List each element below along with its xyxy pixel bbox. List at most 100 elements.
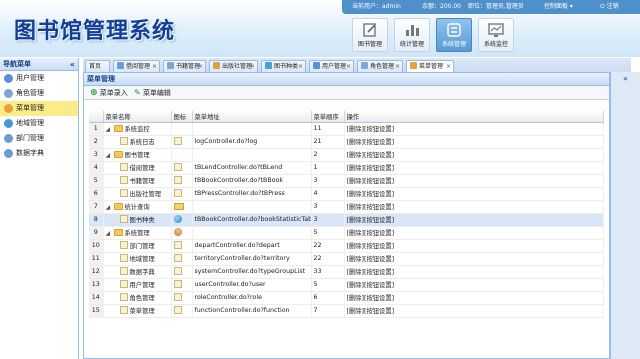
table-row[interactable]: 14 角色管理 roleController.do?role 6 [删除][按钮设置] [89,291,604,305]
table-row[interactable]: 9 ◢ 系统管理 5 [删除][按钮设置] [89,226,604,240]
sidebar-item-1[interactable]: 角色管理 [0,86,78,101]
collapse-sidebar-icon[interactable]: « [70,58,75,71]
expand-arrow-icon[interactable]: ◢ [106,152,114,159]
table-row[interactable]: 7 ◢ 统计查询 3 [删除][按钮设置] [89,200,604,214]
close-tab-icon[interactable]: × [198,61,203,72]
menu-icon-doc [173,241,182,249]
user-icon [4,74,13,83]
menu-name-cell: ◢ 图书管理 [103,148,172,162]
tab-2[interactable]: 书籍管理 × [163,60,206,72]
tab-icon [361,62,368,69]
menu-url: userController.do?user [192,278,312,292]
menu-icon-cell [171,265,193,279]
tab-icon [213,62,220,69]
close-tab-icon[interactable]: × [395,61,400,72]
tab-5[interactable]: 用户管理 × [309,60,354,72]
tab-6[interactable]: 角色管理 × [357,60,403,72]
module-statistics[interactable]: 统计管理 [394,18,430,52]
row-actions[interactable]: [删除][按钮设置] [344,174,604,188]
expand-arrow-icon[interactable]: ◢ [106,126,114,133]
row-number: 9 [89,226,104,240]
row-actions[interactable]: [删除][按钮设置] [344,122,604,136]
tab-4[interactable]: 图书种类 × [261,60,306,72]
module-system-monitor[interactable]: 系统监控 [478,18,514,52]
tab-label: 用户管理 [322,63,347,70]
row-actions[interactable]: [删除][按钮设置] [344,213,604,227]
sidebar-item-4[interactable]: 部门管理 [0,131,78,146]
row-actions[interactable]: [删除][按钮设置] [344,148,604,162]
menu-order: 4 [311,187,345,201]
row-actions[interactable]: [删除][按钮设置] [344,291,604,305]
menu-icon-doc [173,176,182,184]
menu-name: 地域管理 [129,256,155,263]
menu-name: 用户管理 [129,282,155,289]
table-row[interactable]: 2 系统日志 logController.do?log 21 [删除][按钮设置] [89,135,604,149]
table-row[interactable]: 8 图书种类 tBBookController.do?bookStatisticTa… [89,213,604,227]
file-icon [119,293,128,301]
row-actions[interactable]: [删除][按钮设置] [344,239,604,253]
menu-name: 系统管理 [124,230,150,237]
sidebar-item-5[interactable]: 数据字典 [0,146,78,161]
module-system-management[interactable]: 系统管理 [436,18,472,52]
table-row[interactable]: 5 书籍管理 tBBookController.do?tBBook 3 [删除][按钮设… [89,174,604,188]
tab-0[interactable]: 首页 [85,60,110,72]
monitor-icon [488,23,504,37]
close-tab-icon[interactable]: × [446,61,451,72]
menu-name-cell: 部门管理 [103,239,172,253]
table-row[interactable]: 13 用户管理 userController.do?user 5 [删除][按钮设置] [89,278,604,292]
table-row[interactable]: 1 ◢ 系统监控 11 [删除][按钮设置] [89,122,604,136]
table-row[interactable]: 15 菜单管理 functionController.do?function 7 [删除… [89,304,604,318]
row-actions[interactable]: [删除][按钮设置] [344,135,604,149]
bar-chart-icon [406,25,419,36]
menu-name: 统计查询 [124,204,150,211]
menu-name: 角色管理 [129,295,155,302]
file-icon [119,280,128,288]
close-tab-icon[interactable]: × [152,61,157,72]
role-icon [4,89,13,98]
column-header-name[interactable]: 菜单名称 [103,111,172,123]
menu-url [192,200,312,214]
logout-link[interactable]: ⏻ 注销 [600,0,619,14]
close-tab-icon[interactable]: × [298,61,303,72]
table-row[interactable]: 10 部门管理 departController.do?depart 22 [删除][按… [89,239,604,253]
table-row[interactable]: 12 数据字典 systemController.do?typeGroupList 3… [89,265,604,279]
logout-label: 注销 [606,3,619,10]
add-menu-button[interactable]: ⊕ 菜单录入 [90,86,128,100]
module-book-management[interactable]: 图书管理 [352,18,388,52]
panel-title: 菜单管理 [84,73,609,86]
expand-arrow-icon[interactable]: ◢ [106,230,114,237]
expand-arrow-icon[interactable]: ◢ [106,204,114,211]
menu-name: 菜单管理 [129,308,155,315]
sidebar-item-0[interactable]: 用户管理 [0,71,78,86]
row-actions[interactable]: [删除][按钮设置] [344,265,604,279]
column-header-icon[interactable]: 图标 [171,111,193,123]
table-row[interactable]: 4 借阅管理 tBLendController.do?tBLend 1 [删除][按钮设… [89,161,604,175]
control-panel-link[interactable]: 控制面板 ▾ [544,0,573,14]
close-tab-icon[interactable]: × [250,61,255,72]
tab-3[interactable]: 出版社管理 × [209,60,258,72]
menu-icon-doc [173,137,182,145]
column-header-order[interactable]: 菜单顺序 [311,111,345,123]
row-actions[interactable]: [删除][按钮设置] [344,278,604,292]
module-label: 系统管理 [441,41,466,48]
table-row[interactable]: 3 ◢ 图书管理 2 [删除][按钮设置] [89,148,604,162]
row-actions[interactable]: [删除][按钮设置] [344,161,604,175]
row-actions[interactable]: [删除][按钮设置] [344,304,604,318]
row-actions[interactable]: [删除][按钮设置] [344,252,604,266]
table-row[interactable]: 11 地域管理 territoryController.do?territory 22… [89,252,604,266]
row-actions[interactable]: [删除][按钮设置] [344,226,604,240]
expand-right-panel-icon[interactable]: « [611,72,640,85]
file-icon [119,254,128,262]
table-row[interactable]: 6 出版社管理 tBPressController.do?tBPress 4 [删除][… [89,187,604,201]
edit-menu-button[interactable]: ✎ 菜单编辑 [134,86,171,100]
column-header-url[interactable]: 菜单地址 [192,111,312,123]
row-actions[interactable]: [删除][按钮设置] [344,187,604,201]
column-header-actions[interactable]: 操作 [344,111,604,123]
close-tab-icon[interactable]: × [346,61,351,72]
folder-icon [113,203,123,210]
row-actions[interactable]: [删除][按钮设置] [344,200,604,214]
tab-icon [410,62,417,69]
sidebar-item-2[interactable]: 菜单管理 [0,101,78,116]
tab-1[interactable]: 借阅管理 × [113,60,160,72]
sidebar-item-3[interactable]: 地域管理 [0,116,78,131]
